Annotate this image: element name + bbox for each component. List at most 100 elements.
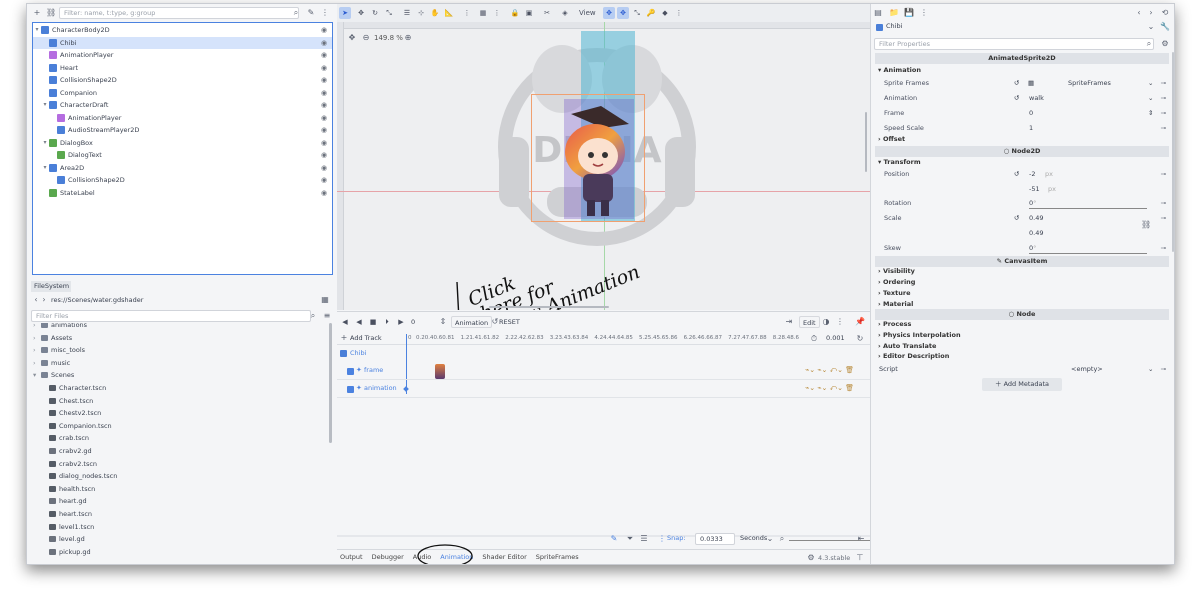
chevron-right-icon[interactable]: › <box>33 344 36 356</box>
position-x[interactable]: -2 <box>1029 167 1035 181</box>
prop-script[interactable]: Script <empty> ⌄ ⊸ <box>875 362 1169 376</box>
inspector-group[interactable]: › Ordering <box>875 277 1169 288</box>
chevron-right-icon[interactable]: › <box>33 332 36 344</box>
chevron-down-icon[interactable]: ⌄ <box>1146 22 1156 32</box>
sprite-frames-value[interactable]: SpriteFrames <box>1068 76 1111 90</box>
save-icon[interactable]: 💾 <box>904 8 914 18</box>
animation-track-row[interactable]: ✦ animation ⌁⌄ ⌁⌄ ⤺⌄ 🗑 <box>337 382 870 398</box>
viewport-vscrollbar[interactable] <box>865 112 867 172</box>
bottom-tab[interactable]: Output <box>340 553 363 561</box>
group-icon[interactable]: ▣ <box>523 7 535 19</box>
prop-speed-scale[interactable]: Speed Scale 1 ⊸ <box>875 121 1169 135</box>
keyframe-rotation-icon[interactable]: ✥ <box>617 7 629 19</box>
viewport-hscrollbar[interactable] <box>489 306 609 308</box>
lock-icon[interactable]: 🔒 <box>509 7 521 19</box>
chevron-right-icon[interactable]: › <box>33 323 36 331</box>
onion-options-icon[interactable]: ⋮ <box>835 317 845 327</box>
key-icon[interactable]: ⊸ <box>1161 211 1166 225</box>
prop-animation[interactable]: Animation ↺ walk ⌄ ⊸ <box>875 91 1169 105</box>
chevron-down-icon[interactable]: ▾ <box>41 162 49 174</box>
filter-icon[interactable]: ⏷ <box>625 534 635 544</box>
skeleton-icon[interactable]: ✂ <box>541 7 553 19</box>
pin-icon[interactable]: 📌 <box>855 317 865 327</box>
autoplay-icon[interactable]: ⇥ <box>784 317 794 327</box>
visibility-icon[interactable]: ◉ <box>321 74 327 86</box>
key-icon[interactable]: ⊸ <box>1161 106 1166 120</box>
track-options-icon[interactable]: ⌁⌄ ⌁⌄ ⤺⌄ 🗑 <box>805 384 854 393</box>
add-node-icon[interactable]: + <box>32 8 42 18</box>
scale-x[interactable]: 0.49 <box>1029 211 1043 225</box>
track-checkbox[interactable] <box>347 368 354 375</box>
chevron-down-icon[interactable]: ▾ <box>33 24 41 36</box>
filesystem-item[interactable]: dialog_nodes.tscn <box>31 470 321 482</box>
inspector-scrollbar[interactable] <box>1172 52 1174 252</box>
snap-options-icon[interactable]: ⋮ <box>491 7 503 19</box>
visibility-icon[interactable]: ◉ <box>321 124 327 136</box>
chevron-down-icon[interactable]: ⌄ <box>1148 76 1153 90</box>
filesystem-list[interactable]: › animations › Assets › misc_tools › music ▾ Scen… <box>31 323 327 564</box>
scene-tree-node[interactable]: CollisionShape2D ◉ <box>33 74 332 86</box>
bottom-tab[interactable]: SpriteFrames <box>536 553 579 561</box>
inspector-filter-input[interactable]: Filter Properties <box>874 38 1154 50</box>
chevron-right-icon[interactable]: › <box>33 357 36 369</box>
pivot-icon[interactable]: ⊹ <box>415 7 427 19</box>
tools-icon[interactable]: 🔧 <box>1160 22 1170 32</box>
filesystem-filter-input[interactable]: Filter Files <box>31 310 311 322</box>
animation-menu-button[interactable]: Animation <box>451 316 493 328</box>
pan-tool-icon[interactable]: ✋ <box>429 7 441 19</box>
inspector-group[interactable]: › Visibility <box>875 266 1169 277</box>
position-y[interactable]: -51 <box>1029 182 1040 196</box>
key-icon[interactable]: ⊸ <box>1161 121 1166 135</box>
onion-skin-icon[interactable]: ◑ <box>821 317 831 327</box>
keyframe-position-icon[interactable]: ✥ <box>603 7 615 19</box>
smart-snap-icon[interactable]: ⋮ <box>461 7 473 19</box>
key-icon[interactable]: ⊸ <box>1161 362 1166 376</box>
grid-snap-icon[interactable]: ▦ <box>477 7 489 19</box>
rotation-slider[interactable] <box>1029 208 1147 209</box>
folder-icon[interactable]: 📁 <box>889 8 899 18</box>
add-metadata-button[interactable]: ＋ Add Metadata <box>982 378 1062 391</box>
filesystem-item[interactable]: ▾ Scenes <box>31 369 321 381</box>
visibility-icon[interactable]: ◉ <box>321 149 327 161</box>
scale-tool-icon[interactable]: ⤡ <box>383 7 395 19</box>
camera-override-icon[interactable]: ◈ <box>559 7 571 19</box>
sort-icon[interactable]: ≡ <box>322 311 332 321</box>
reset-icon[interactable]: ↺ <box>1014 76 1019 90</box>
filesystem-item[interactable]: › Assets <box>31 332 321 344</box>
time-unit-select[interactable]: Seconds <box>740 534 767 542</box>
rotate-tool-icon[interactable]: ↻ <box>369 7 381 19</box>
history-back-icon[interactable]: ‹ <box>1134 8 1144 18</box>
prop-scale[interactable]: Scale ↺ 0.49 ⊸ <box>875 211 1169 225</box>
script-icon[interactable]: ✎ <box>306 8 316 18</box>
stepper-icon[interactable]: ⇕ <box>438 317 448 327</box>
scene-tree-node[interactable]: ▾ DialogBox ◉ <box>33 137 332 149</box>
loop-icon[interactable]: ↻ <box>855 334 865 344</box>
inspector-node-name[interactable]: Chibi <box>886 22 902 30</box>
animation-value[interactable]: walk <box>1029 91 1044 105</box>
speed-scale-value[interactable]: 1 <box>1029 121 1033 135</box>
auto-key-icon[interactable]: ◆ <box>659 7 671 19</box>
track-options-icon[interactable]: ⌁⌄ ⌁⌄ ⤺⌄ 🗑 <box>805 366 854 375</box>
more-icon[interactable]: ⋮ <box>320 8 330 18</box>
filter-settings-icon[interactable]: ⚙ <box>1160 39 1170 49</box>
bottom-tab[interactable]: Debugger <box>372 553 404 561</box>
move-tool-icon[interactable]: ✥ <box>355 7 367 19</box>
play-backwards-start-icon[interactable]: ◀ <box>353 316 365 328</box>
fit-icon[interactable]: ⇤ <box>856 534 866 544</box>
visibility-icon[interactable]: ◉ <box>321 112 327 124</box>
extra-icon[interactable]: ⋮ <box>919 8 929 18</box>
keyframe-scale-icon[interactable]: ⤡ <box>631 7 643 19</box>
reset-icon[interactable]: ↺ <box>1014 167 1019 181</box>
prop-sprite-frames[interactable]: Sprite Frames ↺ ▦ SpriteFrames ⌄ ⊸ <box>875 76 1169 90</box>
filesystem-item[interactable]: › animations <box>31 323 321 331</box>
filesystem-tab[interactable]: FileSystem <box>31 281 71 292</box>
visibility-icon[interactable]: ◉ <box>321 87 327 99</box>
scene-tree-node[interactable]: AnimationPlayer ◉ <box>33 112 332 124</box>
split-view-icon[interactable]: ▦ <box>320 295 330 305</box>
key-icon[interactable]: ⊸ <box>1161 76 1166 90</box>
inspector-group[interactable]: › Auto Translate <box>875 341 1169 352</box>
track-checkbox[interactable] <box>347 386 354 393</box>
scene-tree-node[interactable]: StateLabel ◉ <box>33 187 332 199</box>
canvas-viewport[interactable]: ✥ ⊖ 149.8 % ⊕ DIANA <box>337 22 870 310</box>
inspector-group[interactable]: › Editor Description <box>875 351 1169 362</box>
